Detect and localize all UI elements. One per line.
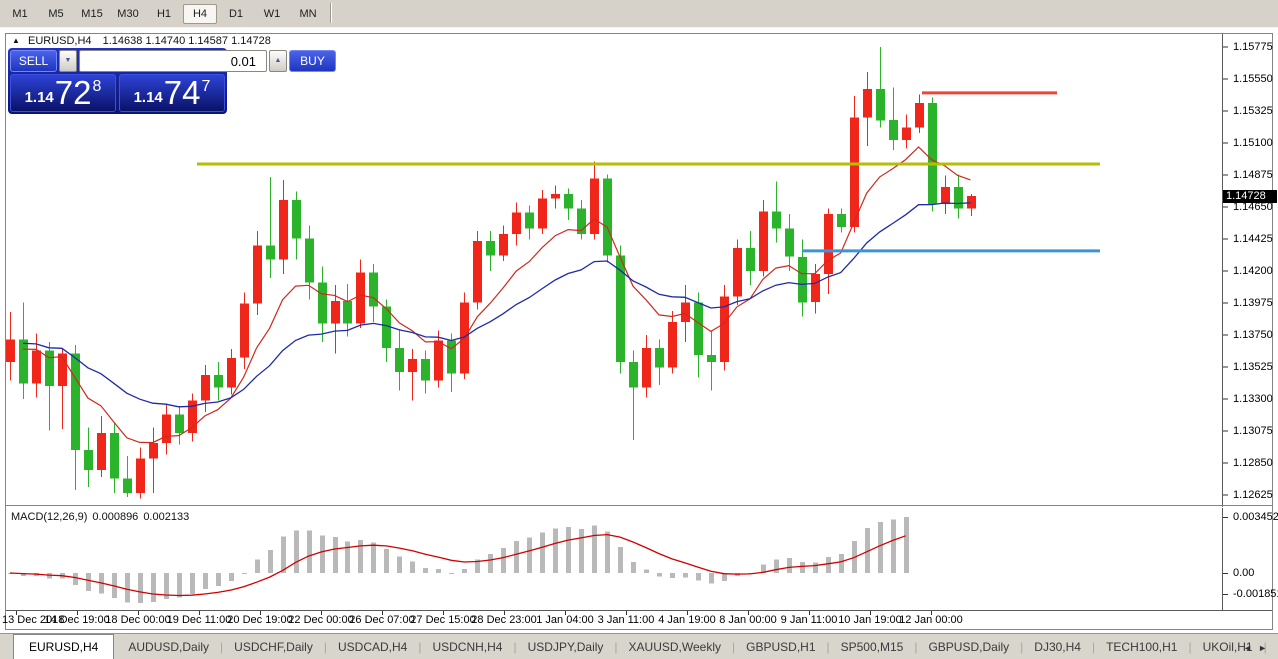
symbol-timeframe-label: EURUSD,H4 [28, 35, 92, 47]
chart-tab-audusd-daily[interactable]: AUDUSD,Daily [117, 635, 220, 659]
macd-tick-label: 0.00 [1233, 567, 1277, 579]
tab-scroll-right-button[interactable]: ► [1258, 643, 1273, 653]
toolbar-separator [330, 3, 331, 23]
macd-tick-label: -0.001851 [1233, 588, 1277, 600]
sell-price-sup: 8 [93, 78, 102, 96]
price-tick-label: 1.14875 [1233, 169, 1277, 181]
sell-button[interactable]: SELL [10, 50, 57, 72]
price-tick-label: 1.13075 [1233, 425, 1277, 437]
chart-tab-usdcnh-h4[interactable]: USDCNH,H4 [421, 635, 513, 659]
price-tick-label: 1.13750 [1233, 329, 1277, 341]
timeframe-m30-button[interactable]: M30 [111, 4, 145, 24]
timeframe-h4-button[interactable]: H4 [183, 4, 217, 24]
macd-signal-value: 0.002133 [143, 511, 189, 523]
chart-tab-usdcad-h4[interactable]: USDCAD,H4 [327, 635, 418, 659]
mt4-terminal: M1M5M15M30H1H4D1W1MN ▲ EURUSD,H4 1.14638… [0, 0, 1278, 659]
candlesticks [6, 47, 976, 499]
buy-price-big: 74 [164, 78, 201, 108]
time-tick-label: 12 Jan 00:00 [886, 614, 976, 626]
sell-price-prefix: 1.14 [25, 89, 54, 106]
price-tick-label: 1.15775 [1233, 41, 1277, 53]
chart-tab-usdchf-daily[interactable]: USDCHF,Daily [223, 635, 324, 659]
chart-tab-gbpusd-daily[interactable]: GBPUSD,Daily [917, 635, 1020, 659]
macd-name: MACD(12,26,9) [11, 511, 87, 523]
price-tick-label: 1.15325 [1233, 105, 1277, 117]
timeframe-m5-button[interactable]: M5 [39, 4, 73, 24]
timeframe-m1-button[interactable]: M1 [3, 4, 37, 24]
price-tick-label: 1.12850 [1233, 457, 1277, 469]
chart-tab-bar: EURUSD,H4AUDUSD,Daily|USDCHF,Daily|USDCA… [0, 633, 1278, 659]
price-tick-label: 1.14200 [1233, 265, 1277, 277]
price-tick-label: 1.13300 [1233, 393, 1277, 405]
chart-tab-xauusd-weekly[interactable]: XAUUSD,Weekly [618, 635, 732, 659]
volume-decrease-button[interactable]: ▼ [59, 50, 77, 72]
chart-tab-tech100-h1[interactable]: TECH100,H1 [1095, 635, 1188, 659]
timeframe-m15-button[interactable]: M15 [75, 4, 109, 24]
sell-price-big: 72 [55, 78, 92, 108]
one-click-trading-panel: SELL ▼ ▲ BUY 1.14728 1.14747 [8, 48, 227, 114]
timeframe-h1-button[interactable]: H1 [147, 4, 181, 24]
buy-price-button[interactable]: 1.14747 [119, 74, 225, 112]
timeframe-mn-button[interactable]: MN [291, 4, 325, 24]
chart-window: ▲ EURUSD,H4 1.14638 1.14740 1.14587 1.14… [0, 28, 1278, 633]
macd-histogram [8, 517, 909, 603]
tab-scroll-left-button[interactable]: ◄ [1243, 643, 1258, 653]
collapse-icon[interactable]: ▲ [12, 36, 20, 45]
price-chart-canvas[interactable] [0, 28, 1278, 633]
macd-tick-label: 0.003452 [1233, 511, 1277, 523]
chart-title: ▲ EURUSD,H4 1.14638 1.14740 1.14587 1.14… [12, 35, 271, 47]
buy-price-sup: 7 [202, 78, 211, 96]
chart-tab-dj30-h4[interactable]: DJ30,H4 [1023, 635, 1092, 659]
timeframe-w1-button[interactable]: W1 [255, 4, 289, 24]
volume-input[interactable] [79, 50, 267, 72]
macd-indicator-label: MACD(12,26,9) 0.000896 0.002133 [11, 511, 194, 523]
price-tick-label: 1.15550 [1233, 73, 1277, 85]
chart-tab-usdjpy-daily[interactable]: USDJPY,Daily [517, 635, 615, 659]
macd-value: 0.000896 [92, 511, 138, 523]
price-tick-label: 1.13975 [1233, 297, 1277, 309]
buy-button[interactable]: BUY [289, 50, 336, 72]
timeframe-toolbar: M1M5M15M30H1H4D1W1MN [0, 0, 1278, 28]
price-tick-label: 1.13525 [1233, 361, 1277, 373]
chart-tab-eurusd-h4[interactable]: EURUSD,H4 [13, 634, 114, 659]
sell-price-button[interactable]: 1.14728 [10, 74, 116, 112]
price-tick-label: 1.15100 [1233, 137, 1277, 149]
ohlc-values: 1.14638 1.14740 1.14587 1.14728 [103, 35, 271, 47]
price-tick-label: 1.12625 [1233, 489, 1277, 501]
buy-price-prefix: 1.14 [134, 89, 163, 106]
volume-increase-button[interactable]: ▲ [269, 50, 287, 72]
chart-tab-sp500-m15[interactable]: SP500,M15 [830, 635, 915, 659]
price-tick-label: 1.14425 [1233, 233, 1277, 245]
current-price-tag: 1.14728 [1223, 190, 1277, 203]
timeframe-d1-button[interactable]: D1 [219, 4, 253, 24]
chart-tab-gbpusd-h1[interactable]: GBPUSD,H1 [735, 635, 826, 659]
